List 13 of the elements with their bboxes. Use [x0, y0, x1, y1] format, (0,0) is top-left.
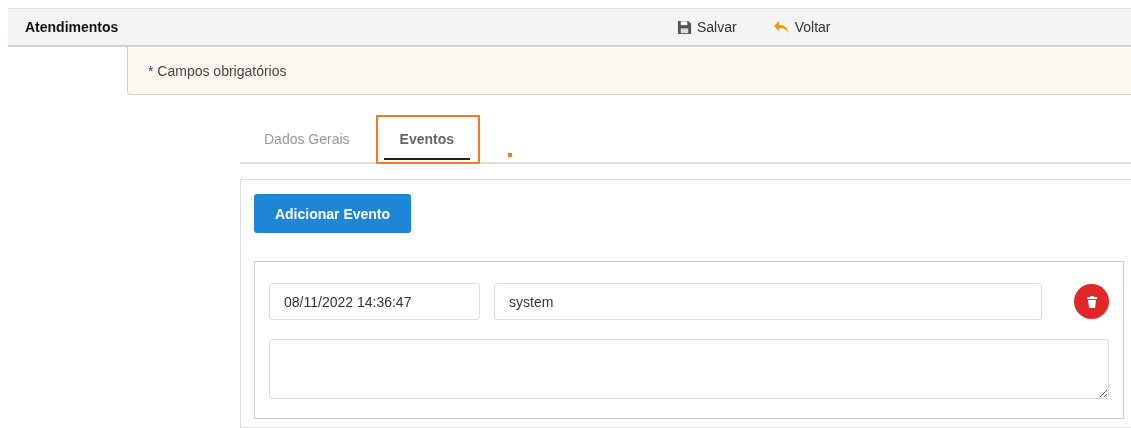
required-fields-notice: * Campos obrigatórios [127, 47, 1131, 95]
delete-button[interactable] [1074, 284, 1109, 319]
add-event-button[interactable]: Adicionar Evento [254, 194, 411, 233]
back-arrow-icon [772, 19, 790, 35]
trash-icon [1086, 295, 1097, 308]
page-title: Atendimentos [25, 19, 120, 35]
stray-mark [508, 153, 512, 157]
tab[interactable]: Eventos [383, 120, 471, 160]
save-button[interactable]: Salvar [677, 19, 737, 35]
user-field[interactable]: system [494, 283, 1043, 320]
datetime-field[interactable]: 08/11/2022 14:36:47 [269, 283, 480, 320]
description-field[interactable] [269, 339, 1109, 399]
back-button[interactable]: Voltar [772, 19, 831, 35]
